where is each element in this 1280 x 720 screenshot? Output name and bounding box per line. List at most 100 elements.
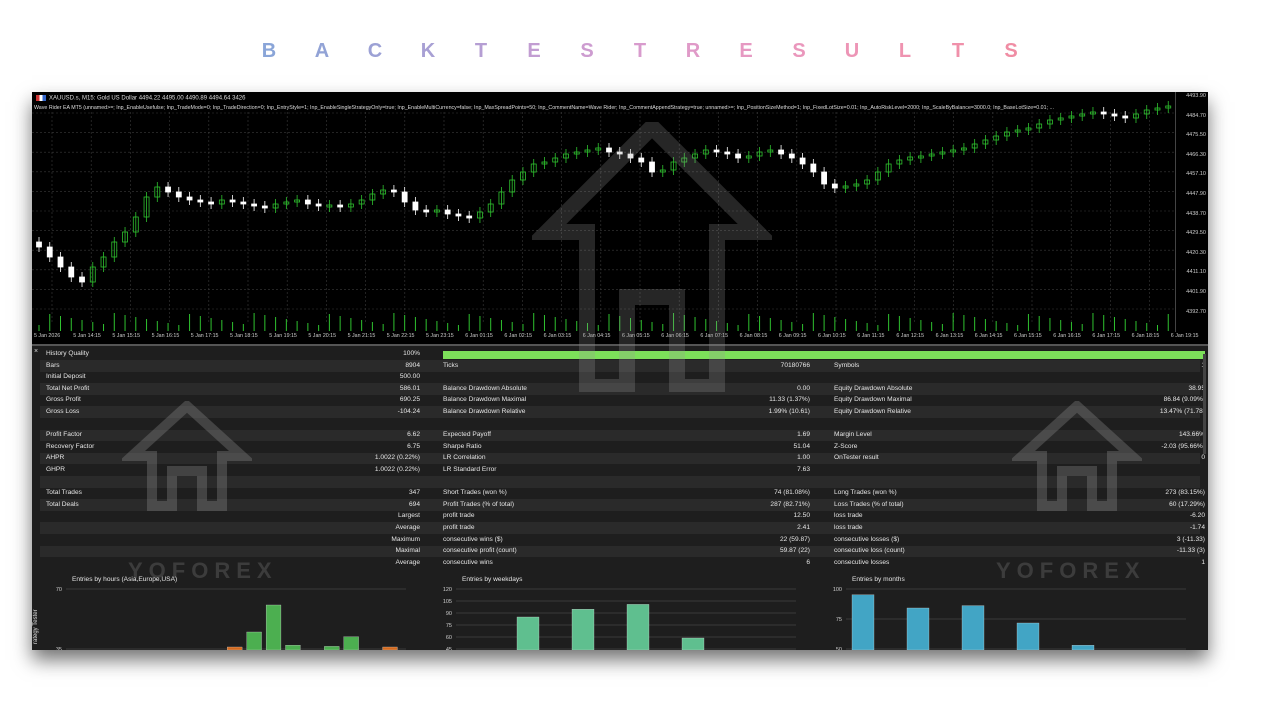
- title-letter: E: [739, 40, 753, 62]
- metric-label: Equity Drawdown Relative: [834, 407, 911, 415]
- time-tick-label: 5 Jan 22:15: [386, 333, 415, 339]
- time-tick-label: 6 Jan 10:15: [818, 333, 846, 339]
- ea-parameters-header: Wave Rider EA MT5 (unnamed>=; Inp_Enable…: [34, 105, 1054, 111]
- price-tick-label: 4466.30: [1186, 151, 1206, 158]
- metric-label: AHPR: [46, 454, 65, 462]
- metric-label: Bars: [46, 361, 60, 369]
- mini-tick-label: 100: [833, 587, 842, 593]
- metric-label: Profit Trades (% of total): [443, 500, 515, 508]
- mini-tick-label: 35: [56, 647, 62, 650]
- candle-body: [1100, 111, 1107, 115]
- mini-tick-label: 45: [446, 647, 452, 650]
- history-quality-value: 100%: [403, 349, 420, 357]
- metric-label: OnTester result: [834, 454, 879, 462]
- title-letter: T: [951, 40, 965, 62]
- metric-value: 586.01: [399, 384, 420, 392]
- metric-label: profit trade: [443, 523, 475, 531]
- price-tick-label: 4475.50: [1186, 132, 1206, 139]
- metric-label: consecutive loss (count): [834, 547, 905, 555]
- flag-icon: [36, 95, 46, 101]
- metric-value: -11.33 (3): [1176, 547, 1205, 555]
- metric-value: 38.95: [1188, 384, 1205, 392]
- metric-value: -104.24: [397, 407, 420, 415]
- time-tick-label: 6 Jan 16:15: [1053, 333, 1081, 339]
- candle-body: [788, 153, 795, 159]
- price-axis[interactable]: 4493.90 4484.70 4475.50 4466.30 4457.10 4447.…: [1175, 92, 1208, 332]
- candle-body: [304, 199, 311, 205]
- mini-bar: [571, 609, 595, 650]
- price-tick-label: 4429.50: [1186, 230, 1206, 237]
- mini-tick-label: 120: [443, 587, 452, 593]
- metric-value: 2.41: [797, 523, 810, 531]
- time-tick-label: 5 Jan 18:15: [230, 333, 258, 339]
- candle-body: [36, 241, 42, 248]
- title-letter: B: [261, 40, 277, 62]
- metric-value: 1.0022 (0.22%): [374, 454, 420, 462]
- candle-body: [208, 201, 214, 205]
- candle-body: [412, 201, 419, 211]
- metric-value: 1.99% (10.61): [768, 407, 810, 415]
- metric-label: Profit Factor: [46, 431, 82, 439]
- mini-bar: [626, 604, 650, 650]
- mini-tick-label: 50: [836, 647, 842, 650]
- metric-value: 6.62: [407, 431, 420, 439]
- mini-bar-chart: 120 105 90 75 60 45: [443, 587, 796, 650]
- time-tick-label: 6 Jan 11:15: [857, 333, 885, 339]
- entries-by-hours-chart: Entries by hours (Asia,Europe,USA) 70 35: [36, 574, 416, 650]
- title-letter: S: [1004, 40, 1018, 62]
- mt5-screenshot: XAUUSD.s, M15: Gold US Dollar 4494.22 44…: [32, 92, 1208, 650]
- candle-body: [240, 201, 247, 205]
- candle-body: [337, 204, 344, 208]
- time-tick-label: 5 Jan 14:15: [73, 333, 101, 339]
- metric-value: 500.00: [399, 373, 420, 381]
- metric-label: Short Trades (won %): [443, 489, 507, 497]
- metric-value: 7.63: [797, 465, 810, 473]
- yoforex-center-watermark-icon: [532, 122, 772, 392]
- time-tick-label: 6 Jan 17:15: [1092, 333, 1121, 339]
- candle-body: [79, 276, 85, 283]
- metric-label: Ticks: [443, 361, 459, 369]
- candle-body: [778, 149, 784, 155]
- title-letter: L: [898, 40, 912, 62]
- report-scrollbar[interactable]: [1203, 354, 1206, 454]
- metric-label: loss trade: [834, 523, 863, 531]
- title-letter: E: [527, 40, 541, 62]
- metric-label: LR Correlation: [443, 454, 486, 462]
- metric-value: -1.74: [1189, 523, 1205, 531]
- close-icon[interactable]: ×: [34, 348, 38, 355]
- candle-body: [165, 186, 171, 193]
- metric-label: Equity Drawdown Absolute: [834, 384, 913, 392]
- title-letter: T: [633, 40, 647, 62]
- metric-value: 6: [806, 558, 810, 566]
- candle-body: [391, 189, 397, 193]
- time-tick-label: 6 Jan 15:15: [1014, 333, 1042, 339]
- time-tick-label: 6 Jan 12:15: [896, 333, 925, 339]
- mini-bar: [265, 604, 282, 650]
- mini-bar: [906, 607, 930, 650]
- metric-label: Balance Drawdown Maximal: [443, 396, 527, 404]
- candle-body: [197, 199, 204, 203]
- metric-label: Margin Level: [834, 431, 872, 439]
- metric-value: 12.50: [793, 512, 810, 520]
- price-tick-label: 4493.90: [1186, 93, 1206, 99]
- metric-label: Gross Profit: [46, 396, 81, 404]
- metric-value: 6.75: [407, 442, 420, 450]
- candle-body: [251, 203, 257, 207]
- metric-label: Symbols: [834, 361, 860, 369]
- candle-body: [444, 209, 451, 215]
- candle-body: [810, 163, 817, 173]
- metric-value: 690.25: [399, 396, 420, 404]
- title-letter: C: [367, 40, 383, 62]
- metric-label: consecutive losses ($): [834, 535, 900, 543]
- title-letter: R: [685, 40, 701, 62]
- report-row: Maximum consecutive wins ($) 22 (59.87) con…: [40, 534, 1205, 546]
- mini-bar: [324, 646, 340, 650]
- price-tick-label: 4484.70: [1186, 112, 1206, 119]
- price-tick-label: 4438.70: [1186, 210, 1206, 217]
- time-tick-label: 5 Jan 17:15: [190, 333, 219, 339]
- metric-value: 1.00: [797, 454, 810, 462]
- metric-label: consecutive losses: [834, 558, 890, 566]
- metric-value: Largest: [398, 512, 420, 520]
- mini-bar: [1071, 645, 1095, 650]
- mini-tick-label: 105: [443, 599, 452, 605]
